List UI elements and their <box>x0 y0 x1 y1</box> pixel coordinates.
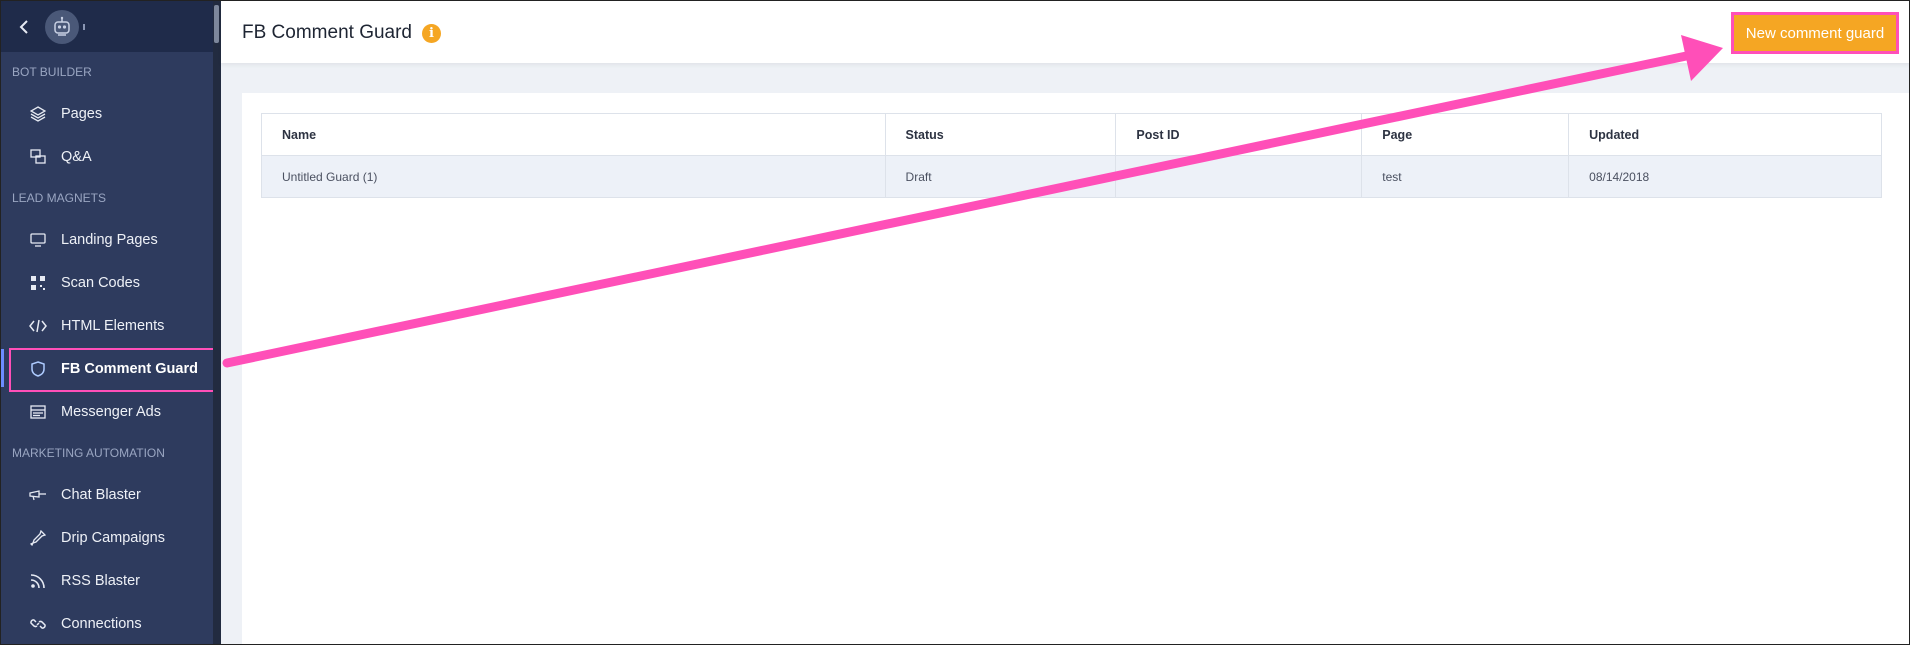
sidebar: BOT BUILDER Pages Q&A LEAD MAGNETS Landi… <box>1 1 215 644</box>
main-area: FB Comment Guard i New comment guard Nam… <box>221 1 1909 644</box>
table-header-row: Name Status Post ID Page Updated <box>261 113 1882 156</box>
section-bot-builder: BOT BUILDER <box>12 65 92 79</box>
sidebar-item-label: HTML Elements <box>61 317 165 334</box>
page-title: FB Comment Guard <box>242 22 412 43</box>
qr-code-icon <box>29 274 47 292</box>
ads-icon <box>29 403 47 421</box>
section-marketing-automation: MARKETING AUTOMATION <box>12 446 165 460</box>
sidebar-item-label: Drip Campaigns <box>61 529 165 546</box>
sidebar-item-label: RSS Blaster <box>61 572 140 589</box>
info-icon[interactable]: i <box>422 24 441 43</box>
sidebar-item-chat-blaster[interactable]: Chat Blaster <box>1 473 213 516</box>
monitor-icon <box>29 231 47 249</box>
comment-guard-table: Name Status Post ID Page Updated Untitle… <box>261 113 1882 198</box>
section-lead-magnets: LEAD MAGNETS <box>12 191 107 205</box>
sidebar-item-connections[interactable]: Connections <box>1 602 213 644</box>
column-header-name[interactable]: Name <box>261 113 886 156</box>
sidebar-item-label: Chat Blaster <box>61 486 141 503</box>
sidebar-header <box>1 1 213 52</box>
sidebar-item-messenger-ads[interactable]: Messenger Ads <box>1 390 213 433</box>
column-header-page[interactable]: Page <box>1361 113 1570 156</box>
sidebar-item-label: Q&A <box>61 148 92 165</box>
cell-page: test <box>1361 155 1570 198</box>
sidebar-item-label: Messenger Ads <box>61 403 161 420</box>
qa-icon <box>29 148 47 166</box>
sidebar-item-scan-codes[interactable]: Scan Codes <box>1 261 213 304</box>
sidebar-item-fb-comment-guard[interactable]: FB Comment Guard <box>1 347 215 392</box>
column-header-updated[interactable]: Updated <box>1568 113 1882 156</box>
sidebar-item-rss-blaster[interactable]: RSS Blaster <box>1 559 213 602</box>
page-header: FB Comment Guard i New comment guard <box>221 1 1909 63</box>
sidebar-item-label: Pages <box>61 105 103 122</box>
cell-name[interactable]: Untitled Guard (1) <box>261 155 886 198</box>
sidebar-item-pages[interactable]: Pages <box>1 92 213 135</box>
dropper-icon <box>29 529 47 547</box>
new-comment-guard-button[interactable]: New comment guard <box>1731 12 1899 54</box>
sidebar-item-html-elements[interactable]: HTML Elements <box>1 304 213 347</box>
sidebar-scrollbar[interactable] <box>213 1 221 644</box>
cell-updated: 08/14/2018 <box>1568 155 1882 198</box>
sidebar-item-label: FB Comment Guard <box>61 360 198 377</box>
cell-status: Draft <box>885 155 1117 198</box>
layers-icon <box>29 105 47 123</box>
shield-icon <box>29 360 47 378</box>
sidebar-item-label: Connections <box>61 615 142 632</box>
link-icon <box>29 615 47 633</box>
column-header-post-id[interactable]: Post ID <box>1115 113 1363 156</box>
megaphone-icon <box>29 486 47 504</box>
app-window: BOT BUILDER Pages Q&A LEAD MAGNETS Landi… <box>0 0 1910 645</box>
column-header-status[interactable]: Status <box>885 113 1117 156</box>
code-icon <box>29 317 47 335</box>
sidebar-item-label: Scan Codes <box>61 274 140 291</box>
content-panel: Name Status Post ID Page Updated Untitle… <box>242 93 1909 644</box>
back-arrow-icon[interactable] <box>15 18 33 36</box>
sidebar-item-landing-pages[interactable]: Landing Pages <box>1 218 213 261</box>
bot-avatar[interactable] <box>45 9 79 44</box>
rss-icon <box>29 572 47 590</box>
cell-post-id <box>1115 155 1363 198</box>
sidebar-scroll-thumb[interactable] <box>214 5 219 43</box>
table-row[interactable]: Untitled Guard (1) Draft test 08/14/2018 <box>261 155 1882 198</box>
sidebar-item-drip-campaigns[interactable]: Drip Campaigns <box>1 516 213 559</box>
sidebar-item-qa[interactable]: Q&A <box>1 135 213 178</box>
dropdown-indicator[interactable] <box>83 23 85 30</box>
sidebar-item-label: Landing Pages <box>61 231 158 248</box>
